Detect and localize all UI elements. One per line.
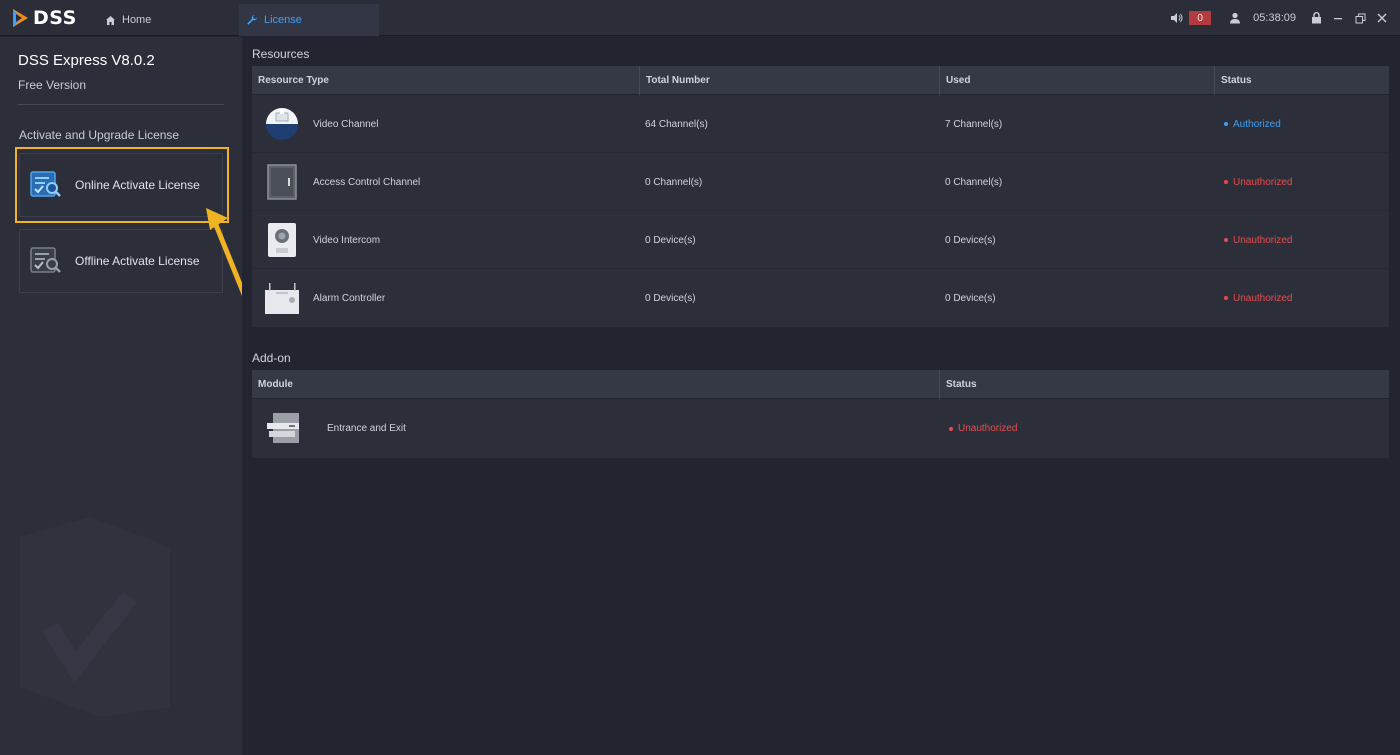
sound-icon[interactable] <box>1167 8 1187 28</box>
col-used: Used <box>939 66 970 95</box>
resources-table-header: Resource Type Total Number Used Status <box>252 66 1389 95</box>
used-cell: 0 Device(s) <box>945 292 996 304</box>
status-text: Unauthorized <box>1233 176 1293 188</box>
door-icon <box>264 164 300 200</box>
product-name: DSS Express V8.0.2 <box>18 52 155 69</box>
logo-text: DSS <box>33 7 77 29</box>
status-badge: Unauthorized <box>949 399 1017 458</box>
resource-type-cell: Video Intercom <box>313 234 381 246</box>
restore-icon[interactable] <box>1350 8 1370 28</box>
alarm-count-badge[interactable]: 0 <box>1189 11 1212 25</box>
col-module: Module <box>258 379 293 390</box>
addon-title: Add-on <box>252 351 291 365</box>
lock-icon[interactable] <box>1306 8 1326 28</box>
total-number-cell: 0 Device(s) <box>645 292 696 304</box>
col-total-number: Total Number <box>639 66 710 95</box>
table-row: Video Channel 64 Channel(s) 7 Channel(s)… <box>252 95 1389 153</box>
status-dot <box>1224 180 1228 184</box>
status-dot <box>1224 238 1228 242</box>
status-text: Unauthorized <box>958 423 1018 434</box>
minimize-icon[interactable] <box>1328 8 1348 28</box>
offline-activate-label: Offline Activate License <box>75 254 200 268</box>
main-content: Resources Resource Type Total Number Use… <box>242 37 1400 755</box>
version-label: Free Version <box>18 78 87 92</box>
status-text: Unauthorized <box>1233 234 1293 246</box>
used-cell: 7 Channel(s) <box>945 118 1003 130</box>
status-dot <box>1224 122 1228 126</box>
resource-type-cell: Video Channel <box>313 118 379 130</box>
tab-license[interactable]: License <box>239 4 379 36</box>
highlight-box <box>15 147 229 223</box>
camera-icon <box>264 106 300 142</box>
offline-license-icon <box>29 244 63 278</box>
alarm-controller-icon <box>264 280 300 316</box>
sidebar: DSS Express V8.0.2 Free Version Activate… <box>0 37 242 755</box>
clock: 05:38:09 <box>1253 12 1296 24</box>
module-cell: Entrance and Exit <box>327 423 406 434</box>
status-text: Unauthorized <box>1233 292 1293 304</box>
table-row: Access Control Channel 0 Channel(s) 0 Ch… <box>252 153 1389 211</box>
tab-license-label: License <box>264 14 302 26</box>
table-row: Video Intercom 0 Device(s) 0 Device(s) U… <box>252 211 1389 269</box>
watermark-logo <box>20 517 180 722</box>
addon-table-header: Module Status <box>252 370 1389 399</box>
close-icon[interactable] <box>1372 8 1392 28</box>
addon-table: Module Status Entrance and Exit Unauthor… <box>252 370 1389 458</box>
home-icon <box>103 13 117 27</box>
total-number-cell: 0 Device(s) <box>645 234 696 246</box>
col-status: Status <box>1214 66 1252 95</box>
col-resource-type: Resource Type <box>258 75 329 86</box>
barrier-gate-icon <box>265 411 301 447</box>
status-badge: Unauthorized <box>1224 269 1292 327</box>
status-dot <box>949 426 953 431</box>
resources-title: Resources <box>252 47 310 61</box>
col-addon-status: Status <box>939 370 977 399</box>
divider <box>18 104 224 105</box>
tab-home[interactable]: Home <box>95 4 235 36</box>
title-bar: DSS Home License 0 05:38:09 <box>0 0 1400 36</box>
section-title: Activate and Upgrade License <box>19 128 180 142</box>
intercom-icon <box>264 222 300 258</box>
user-icon[interactable] <box>1225 8 1245 28</box>
resources-table: Resource Type Total Number Used Status V… <box>252 66 1389 327</box>
status-dot <box>1224 296 1228 300</box>
resource-type-cell: Access Control Channel <box>313 176 421 188</box>
status-badge: Unauthorized <box>1224 211 1292 269</box>
wrench-icon <box>245 13 259 27</box>
used-cell: 0 Channel(s) <box>945 176 1003 188</box>
status-text: Authorized <box>1233 118 1281 130</box>
total-number-cell: 64 Channel(s) <box>645 118 708 130</box>
resource-type-cell: Alarm Controller <box>313 292 386 304</box>
status-badge: Authorized <box>1224 95 1281 153</box>
status-badge: Unauthorized <box>1224 153 1292 211</box>
offline-activate-license-button[interactable]: Offline Activate License <box>19 229 223 293</box>
tab-home-label: Home <box>122 14 152 26</box>
used-cell: 0 Device(s) <box>945 234 996 246</box>
table-row: Alarm Controller 0 Device(s) 0 Device(s)… <box>252 269 1389 327</box>
total-number-cell: 0 Channel(s) <box>645 176 703 188</box>
table-row: Entrance and Exit Unauthorized <box>252 399 1389 458</box>
dss-logo-icon <box>13 9 28 27</box>
dss-logo: DSS <box>12 7 77 29</box>
